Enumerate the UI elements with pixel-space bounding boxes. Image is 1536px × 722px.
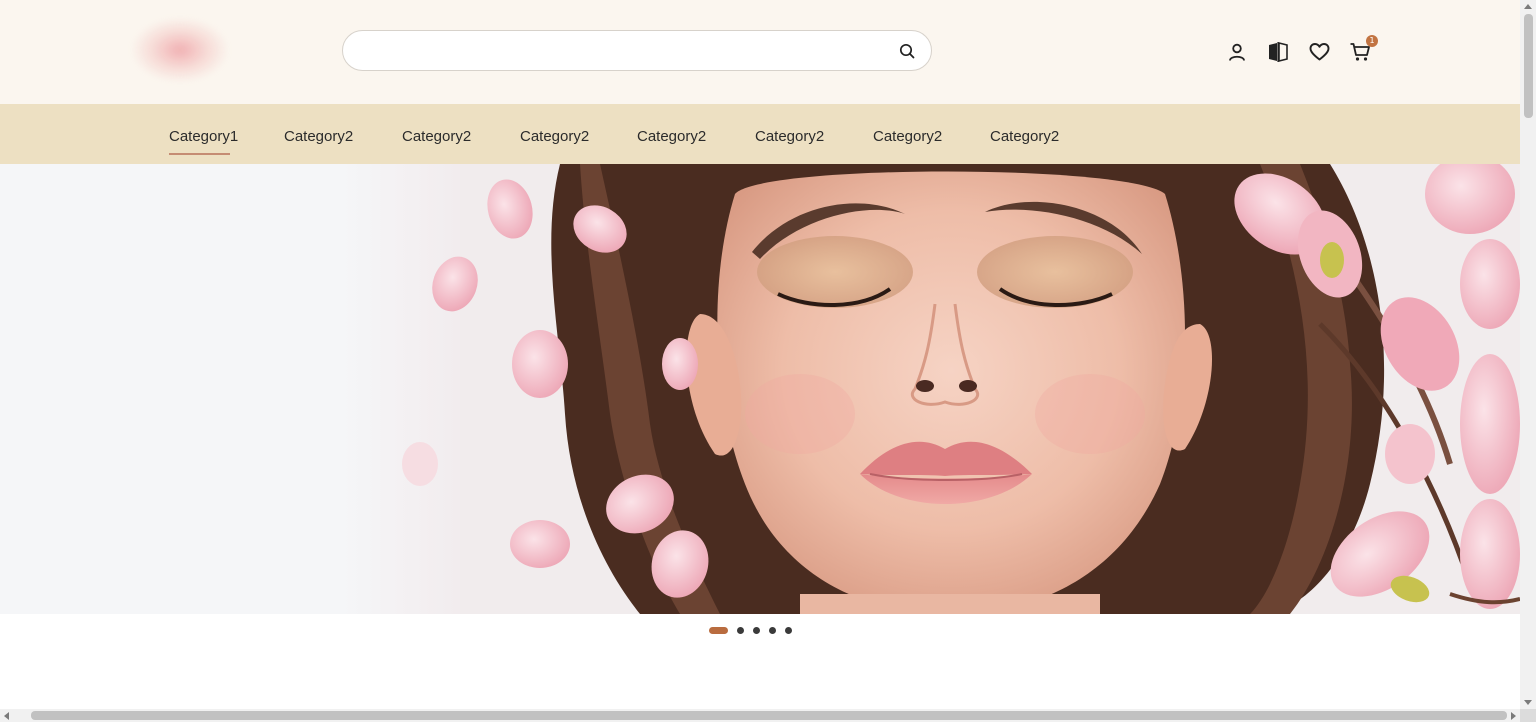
scroll-left-arrow-icon[interactable] <box>4 712 9 720</box>
hero-slider[interactable] <box>0 164 1520 614</box>
search-input[interactable] <box>361 31 891 70</box>
slider-dot-1[interactable] <box>709 626 728 634</box>
slider-dot-4[interactable] <box>769 626 776 634</box>
search-bar <box>342 30 932 71</box>
slider-pagination <box>709 625 792 635</box>
vertical-scrollbar-thumb[interactable] <box>1524 14 1533 118</box>
nav-item-category2[interactable]: Category2 <box>637 128 706 145</box>
account-button[interactable] <box>1225 40 1249 64</box>
scrollbar-corner <box>1520 709 1536 722</box>
nav-item-category2[interactable]: Category2 <box>873 128 942 145</box>
vertical-scrollbar[interactable] <box>1520 0 1536 709</box>
wishlist-button[interactable] <box>1307 40 1331 64</box>
horizontal-scrollbar[interactable] <box>0 709 1520 722</box>
compare-icon <box>1269 41 1288 63</box>
compare-button[interactable] <box>1266 40 1290 64</box>
site-header: 1 <box>0 0 1520 104</box>
site-logo[interactable] <box>132 18 228 82</box>
cart-count-badge: 1 <box>1366 35 1378 47</box>
nav-item-category2[interactable]: Category2 <box>402 128 471 145</box>
nav-item-category2[interactable]: Category2 <box>755 128 824 145</box>
horizontal-scrollbar-thumb[interactable] <box>31 711 1507 720</box>
category-nav: Category1 Category2 Category2 Category2 … <box>0 104 1520 164</box>
cart-button[interactable]: 1 <box>1348 35 1378 64</box>
header-actions: 1 <box>1225 35 1378 64</box>
search-button[interactable] <box>897 41 917 61</box>
slider-dot-3[interactable] <box>753 626 760 634</box>
nav-item-category2[interactable]: Category2 <box>520 128 589 145</box>
scroll-right-arrow-icon[interactable] <box>1511 712 1516 720</box>
slider-dot-2[interactable] <box>737 626 744 634</box>
scroll-up-arrow-icon[interactable] <box>1524 4 1532 9</box>
heart-icon <box>1309 43 1329 61</box>
nav-item-category2[interactable]: Category2 <box>990 128 1059 145</box>
page: 1 Category1 Category2 Category2 Category… <box>0 0 1536 722</box>
scroll-down-arrow-icon[interactable] <box>1524 700 1532 705</box>
slider-dot-5[interactable] <box>785 626 792 634</box>
nav-item-category2[interactable]: Category2 <box>284 128 353 145</box>
hero-banner-image <box>0 164 1520 614</box>
nav-item-category1[interactable]: Category1 <box>169 128 238 155</box>
search-icon <box>899 43 915 59</box>
account-icon <box>1229 43 1245 61</box>
